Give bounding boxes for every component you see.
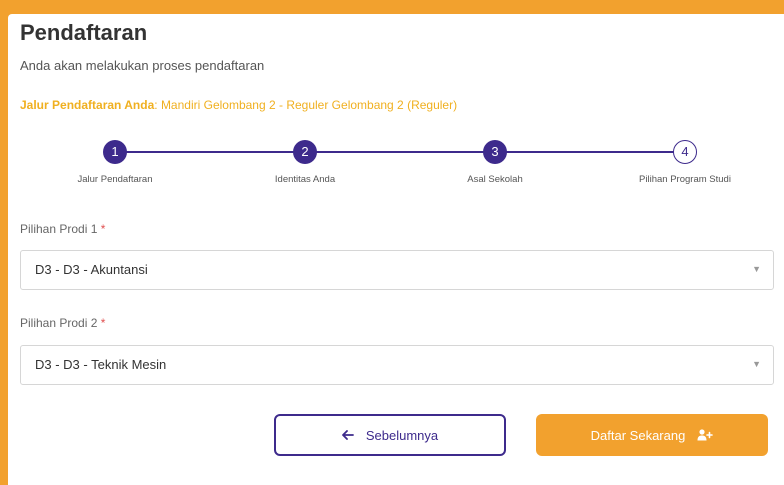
register-now-button[interactable]: Daftar Sekarang xyxy=(536,414,768,456)
previous-button-label: Sebelumnya xyxy=(365,427,439,443)
arrow-left-icon xyxy=(341,430,354,440)
step-4-label: Pilihan Program Studi xyxy=(639,174,731,185)
caret-down-icon: ▼ xyxy=(752,264,761,274)
prodi-2-value: D3 - D3 - Teknik Mesin xyxy=(35,357,167,372)
registration-path-label: Jalur Pendaftaran Anda xyxy=(20,98,155,112)
step-2-circle: 2 xyxy=(293,140,317,164)
required-mark: * xyxy=(100,222,106,236)
prodi-2-label: Pilihan Prodi 2 * xyxy=(20,316,105,330)
step-4-circle: 4 xyxy=(673,140,697,164)
caret-down-icon: ▼ xyxy=(752,359,761,369)
step-1-label: Jalur Pendaftaran xyxy=(77,174,153,185)
previous-button[interactable]: Sebelumnya xyxy=(274,414,506,456)
stepper-line xyxy=(115,151,685,153)
prodi-1-label-text: Pilihan Prodi 1 xyxy=(20,222,98,236)
prodi-1-label: Pilihan Prodi 1 * xyxy=(20,222,105,236)
required-mark: * xyxy=(100,316,106,330)
progress-stepper: 1 Jalur Pendaftaran 2 Identitas Anda 3 A… xyxy=(8,140,784,200)
page-subtitle: Anda akan melakukan proses pendaftaran xyxy=(20,58,265,73)
page-title: Pendaftaran xyxy=(20,20,148,45)
prodi-1-select[interactable]: D3 - D3 - Akuntansi ▼ xyxy=(20,250,774,290)
register-now-button-label: Daftar Sekarang xyxy=(590,427,686,443)
prodi-2-select[interactable]: D3 - D3 - Teknik Mesin ▼ xyxy=(20,345,774,385)
prodi-2-label-text: Pilihan Prodi 2 xyxy=(20,316,98,330)
step-2-label: Identitas Anda xyxy=(274,174,336,185)
step-3-label: Asal Sekolah xyxy=(467,174,523,185)
step-3-circle: 3 xyxy=(483,140,507,164)
step-1-circle: 1 xyxy=(103,140,127,164)
user-add-icon xyxy=(697,429,714,441)
registration-path-value: Mandiri Gelombang 2 - Reguler Gelombang … xyxy=(160,98,458,112)
prodi-1-value: D3 - D3 - Akuntansi xyxy=(35,262,148,277)
registration-path-info: Jalur Pendaftaran Anda: Mandiri Gelomban… xyxy=(20,98,458,112)
